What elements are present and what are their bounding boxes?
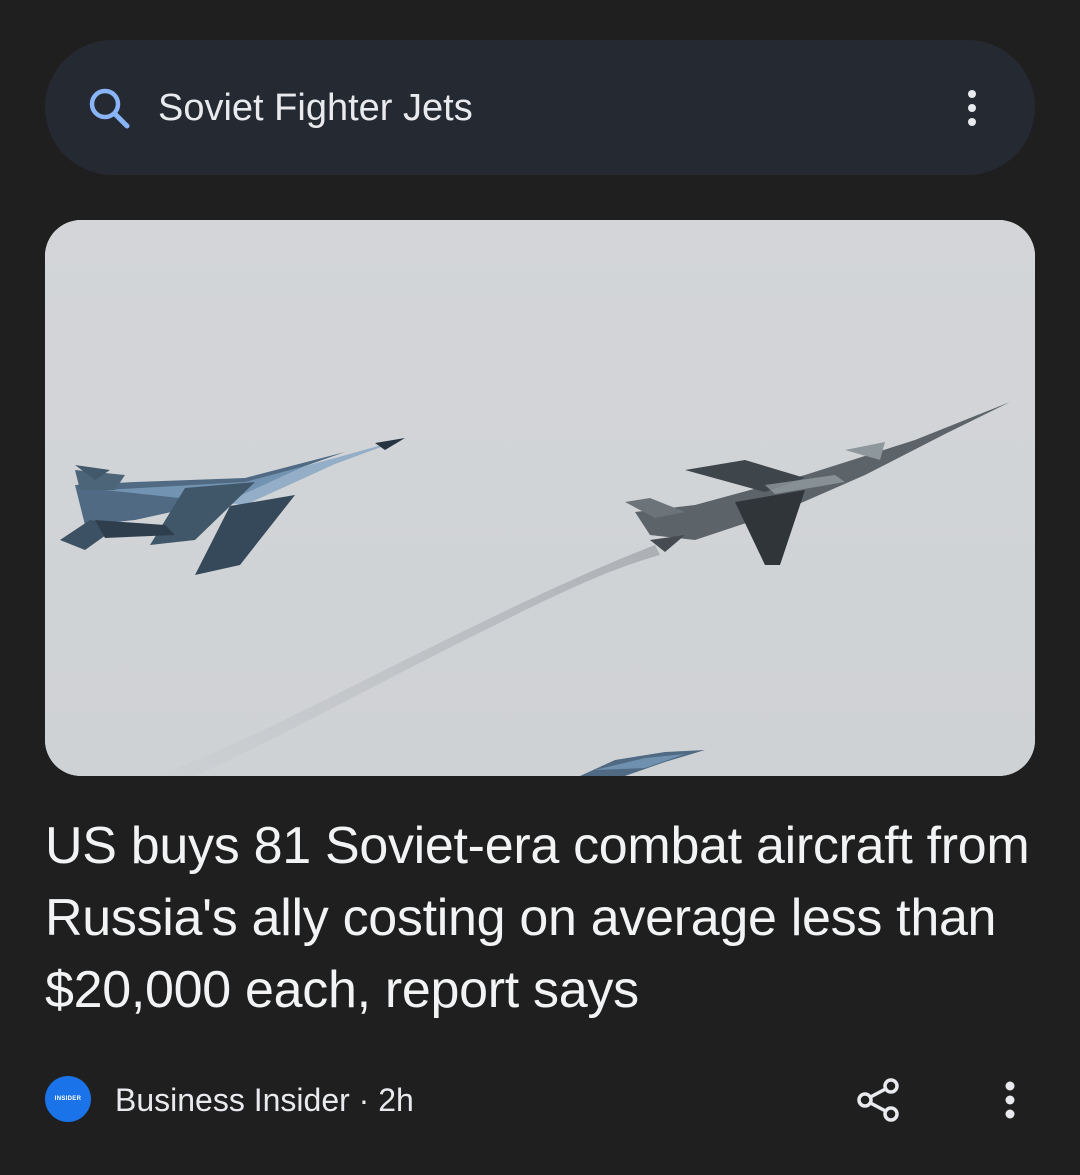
more-vertical-icon[interactable] [957, 88, 987, 128]
article-meta: INSIDER Business Insider · 2h [45, 1068, 1035, 1128]
source-line: Business Insider · 2h [115, 1080, 414, 1120]
share-icon[interactable] [855, 1076, 903, 1124]
source-name: Business Insider [115, 1082, 350, 1118]
news-feed-page: Soviet Fighter Jets US buys 81 Soviet-er… [0, 0, 1080, 1175]
fighter-jets-photo [45, 220, 1035, 776]
article-age: 2h [378, 1082, 414, 1118]
search-query[interactable]: Soviet Fighter Jets [158, 84, 473, 132]
article-image[interactable] [45, 220, 1035, 776]
search-bar[interactable]: Soviet Fighter Jets [45, 40, 1035, 175]
article-headline[interactable]: US buys 81 Soviet-era combat aircraft fr… [45, 810, 1035, 1026]
source-logo: INSIDER [45, 1076, 91, 1122]
source-logo-text: INSIDER [54, 1096, 82, 1102]
meta-separator: · [349, 1082, 379, 1118]
more-vertical-icon[interactable] [995, 1078, 1025, 1122]
search-icon [89, 88, 130, 129]
